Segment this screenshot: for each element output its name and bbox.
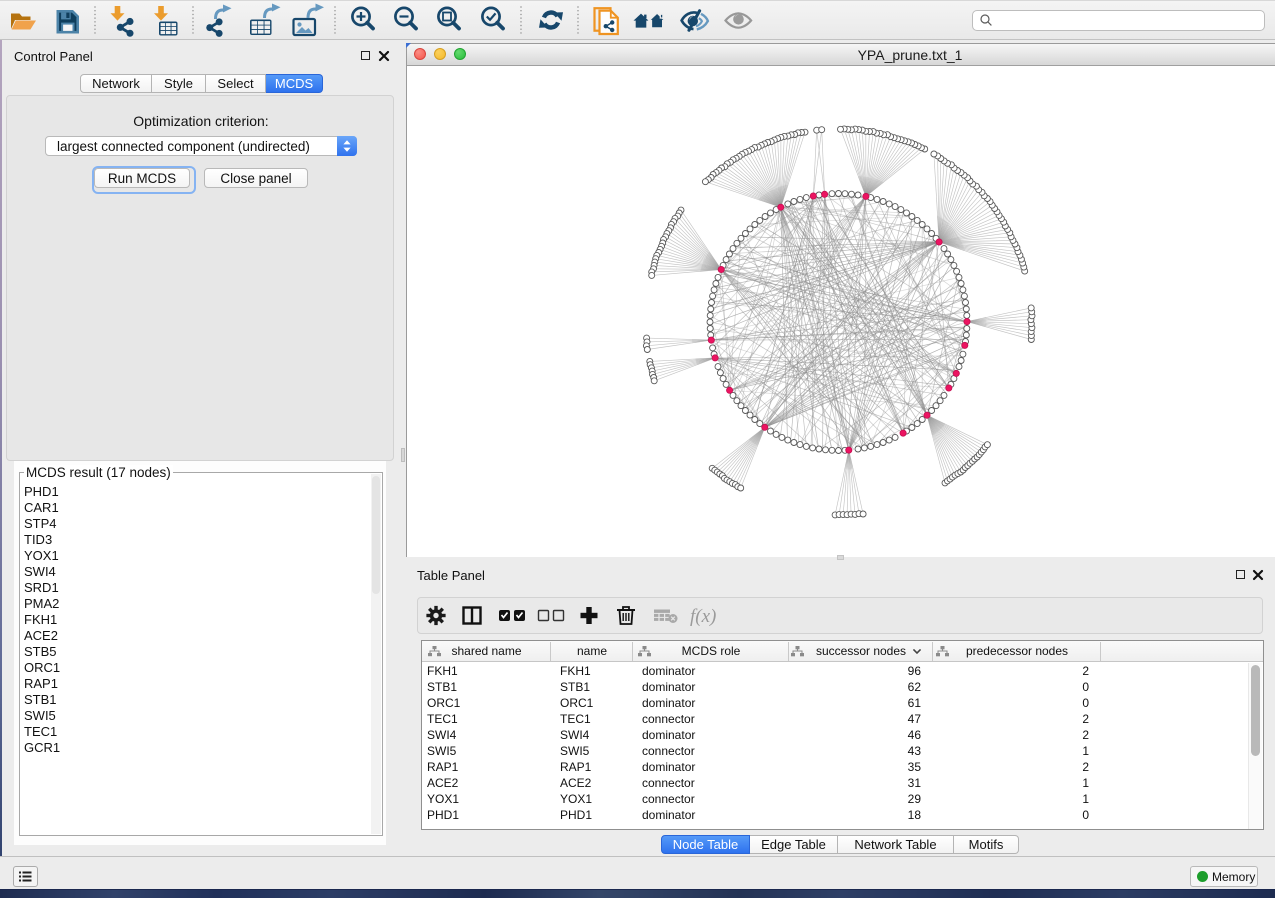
svg-text:f(x): f(x) (690, 606, 716, 627)
